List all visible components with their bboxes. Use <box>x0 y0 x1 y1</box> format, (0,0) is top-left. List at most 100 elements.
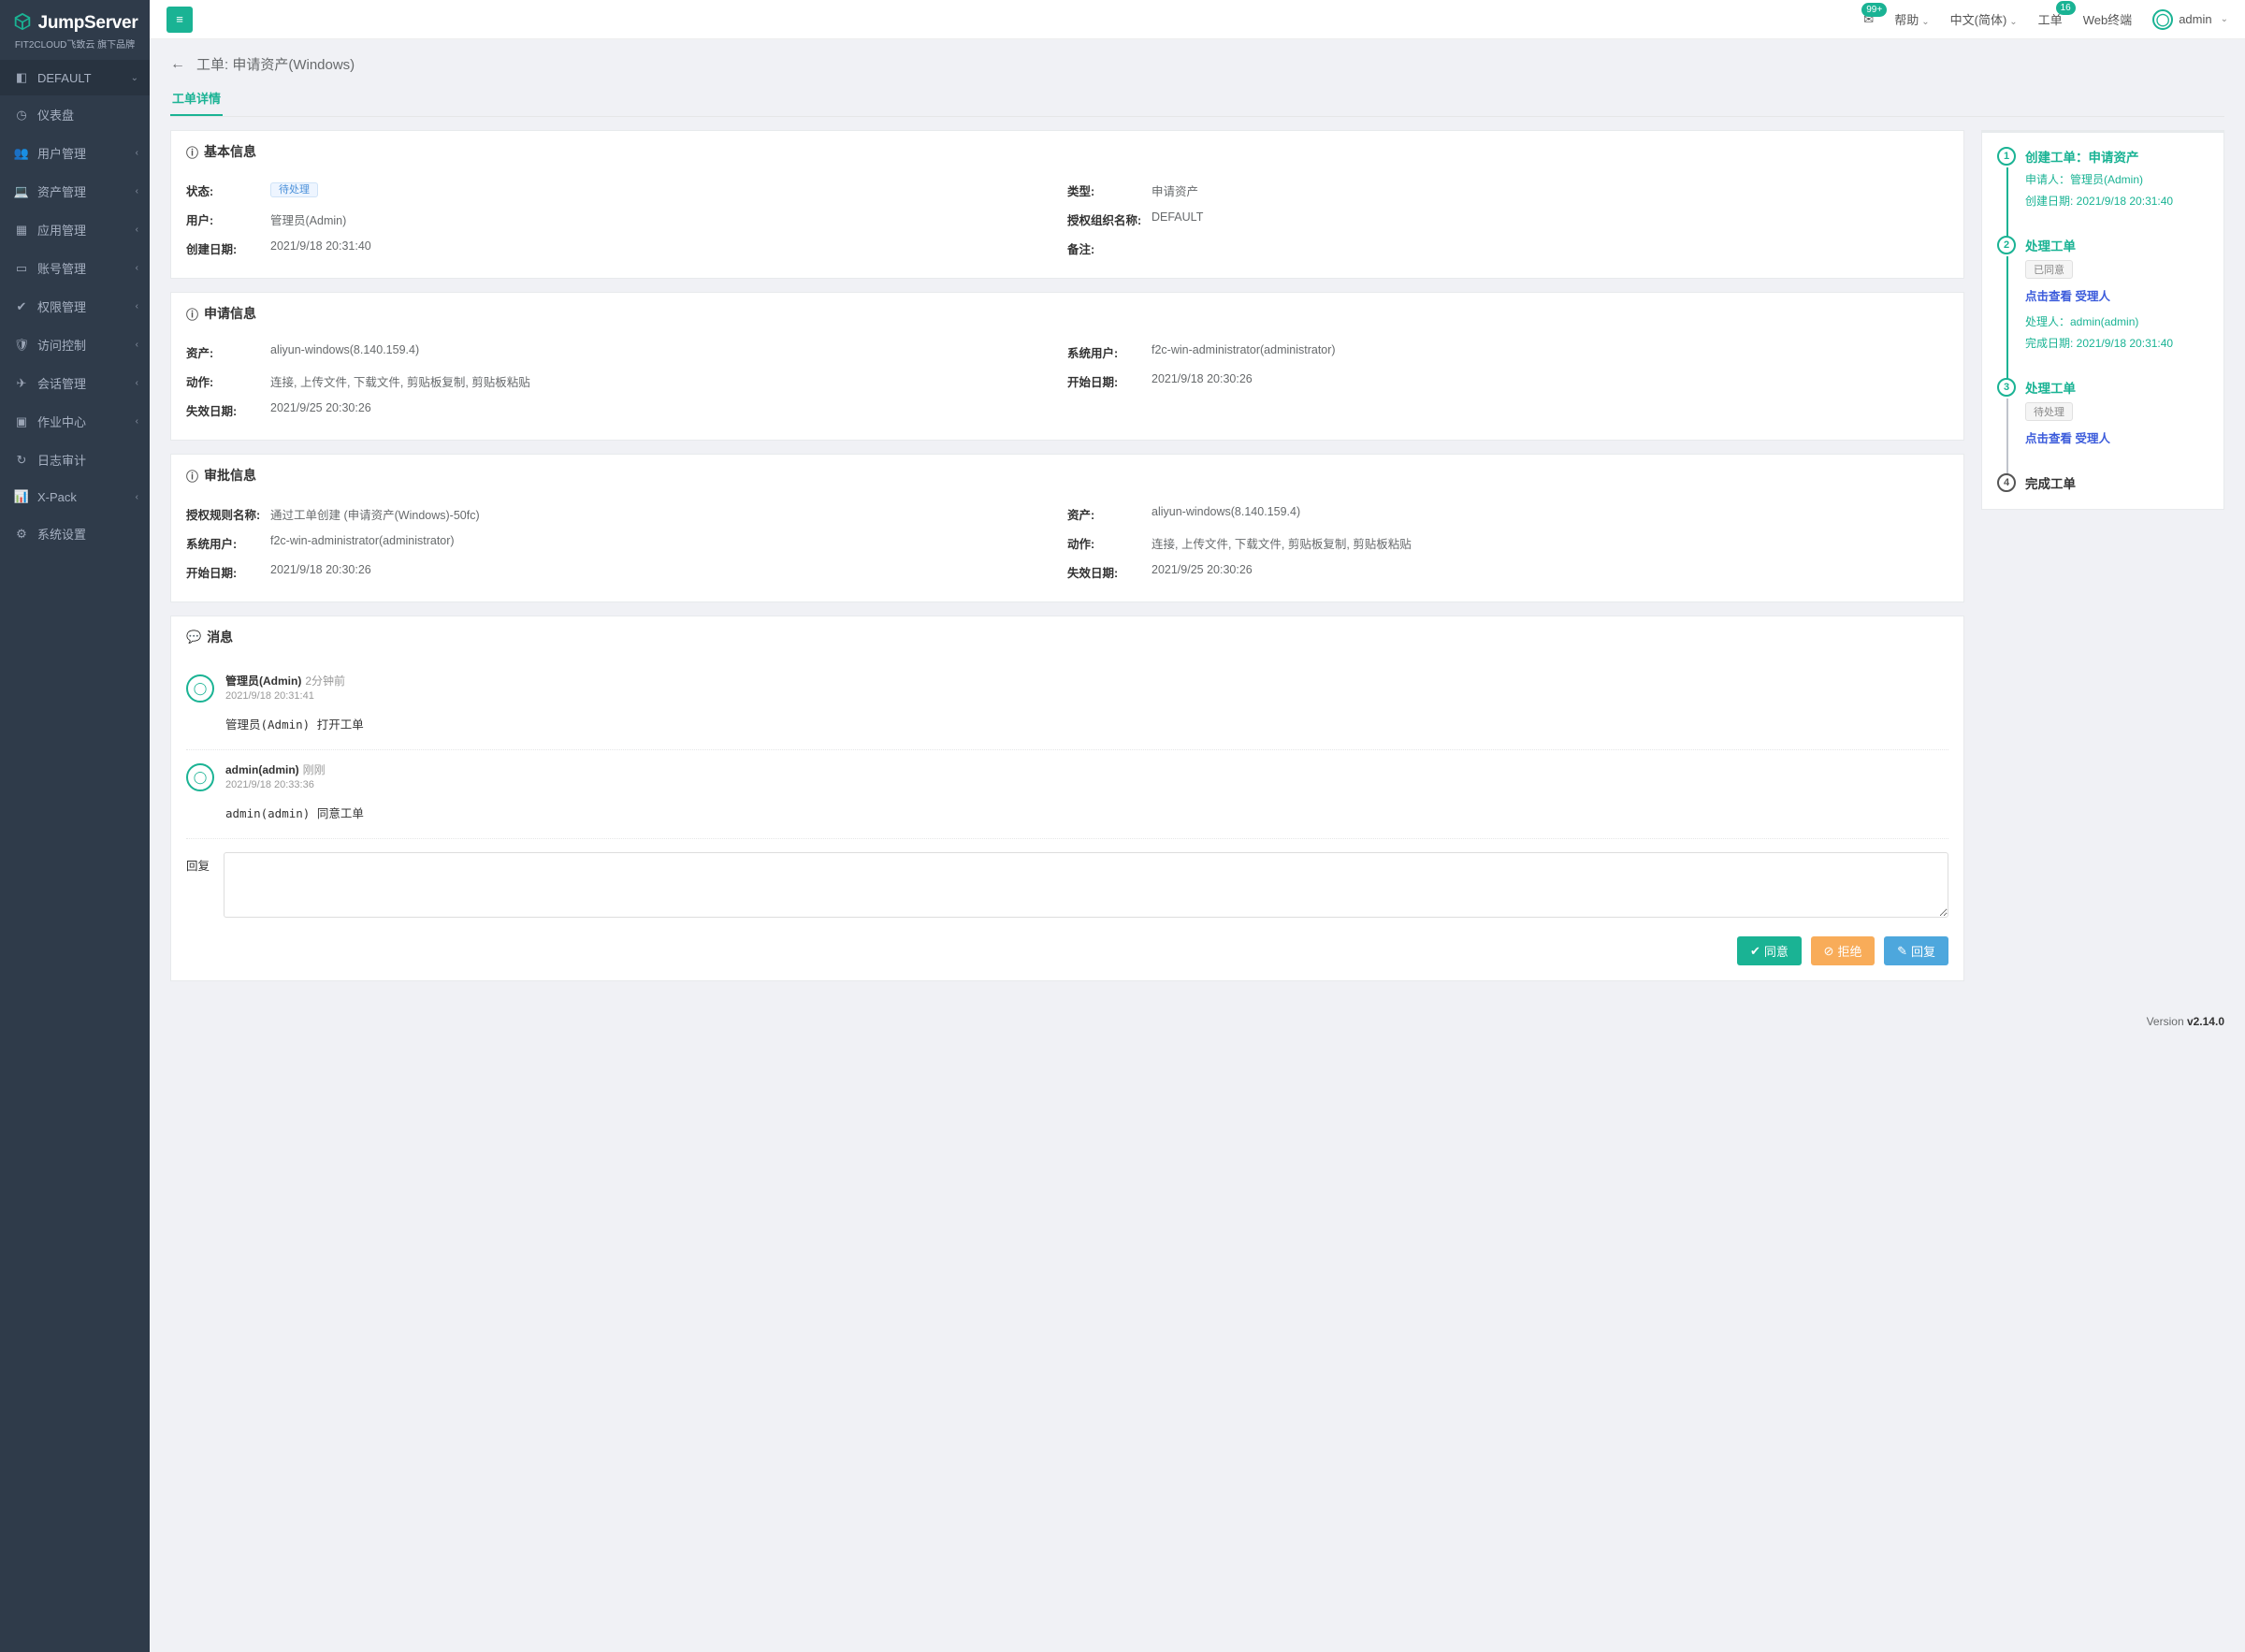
step-line: 完成日期: 2021/9/18 20:31:40 <box>2025 335 2210 351</box>
tickets-badge: 16 <box>2056 1 2076 15</box>
org-selector[interactable]: ◧ DEFAULT ⌄ <box>0 60 150 95</box>
sidebar-item-perms[interactable]: ✔ 权限管理 ‹ <box>0 287 150 326</box>
brand-logo-icon <box>12 11 33 35</box>
step-number: 4 <box>1997 473 2016 492</box>
field-value: 管理员(Admin) <box>270 210 346 228</box>
status-chip: 待处理 <box>270 182 318 197</box>
reply-textarea[interactable] <box>224 852 1948 918</box>
field-value: f2c-win-administrator(administrator) <box>1151 343 1336 361</box>
sidebar-item-sessions[interactable]: ✈ 会话管理 ‹ <box>0 364 150 402</box>
message-timestamp: 2021/9/18 20:33:36 <box>225 779 1948 790</box>
help-menu[interactable]: 帮助⌄ <box>1894 10 1929 28</box>
sidebar-item-acl[interactable]: 🛡 访问控制 ‹ <box>0 326 150 364</box>
card-icon: ▭ <box>13 261 30 276</box>
step-title: 完成工单 <box>2025 473 2210 492</box>
tab-detail[interactable]: 工单详情 <box>170 81 223 116</box>
message-body-code: 管理员(Admin) <box>225 717 310 732</box>
sidebar-item-accounts[interactable]: ▭ 账号管理 ‹ <box>0 249 150 287</box>
sidebar-item-label: 应用管理 <box>37 221 86 239</box>
users-icon: 👥 <box>13 146 30 161</box>
sidebar-item-assets[interactable]: 💻 资产管理 ‹ <box>0 172 150 210</box>
field-label: 资产: <box>1067 505 1151 523</box>
field-value: 通过工单创建 (申请资产(Windows)-50fc) <box>270 505 480 523</box>
menu-icon: ≡ <box>176 12 183 26</box>
reject-button[interactable]: ⊘拒绝 <box>1811 936 1876 965</box>
mail-badge: 99+ <box>1861 3 1887 17</box>
sidebar: JumpServer FIT2CLOUD飞致云 旗下品牌 ◧ DEFAULT ⌄… <box>0 0 150 1652</box>
button-label: 回复 <box>1911 942 1935 960</box>
timeline-step-4: 4 完成工单 <box>1997 473 2210 496</box>
user-menu[interactable]: ◯ admin⌄ <box>2152 9 2228 30</box>
webterminal-link[interactable]: Web终端 <box>2083 10 2133 28</box>
laptop-icon: 💻 <box>13 184 30 199</box>
field-value: 2021/9/25 20:30:26 <box>270 401 371 419</box>
view-handler-link[interactable]: 点击查看 受理人 <box>2025 428 2210 446</box>
sidebar-item-label: 仪表盘 <box>37 106 74 123</box>
chevron-left-icon: ‹ <box>136 416 138 427</box>
tickets-link[interactable]: 工单 16 <box>2038 10 2063 28</box>
user-avatar-icon: ◯ <box>186 674 214 703</box>
chevron-left-icon: ‹ <box>136 225 138 235</box>
sidebar-item-xpack[interactable]: 📊 X-Pack ‹ <box>0 479 150 514</box>
approve-button[interactable]: ✔同意 <box>1737 936 1802 965</box>
mail-button[interactable]: ✉ 99+ <box>1863 12 1874 27</box>
message-author: admin(admin) <box>225 763 299 776</box>
field-label: 开始日期: <box>186 563 270 581</box>
message-relative-time: 刚刚 <box>303 763 326 776</box>
history-icon: ↻ <box>13 453 30 468</box>
field-value: DEFAULT <box>1151 210 1203 228</box>
message-author: 管理员(Admin) <box>225 674 301 688</box>
brand-subtitle: FIT2CLOUD飞致云 旗下品牌 <box>9 36 140 51</box>
reply-button[interactable]: ✎ 回复 <box>1884 936 1948 965</box>
sidebar-item-audit[interactable]: ↻ 日志审计 <box>0 441 150 479</box>
field-label: 创建日期: <box>186 239 270 257</box>
step-line: 处理人：admin(admin) <box>2025 313 2210 329</box>
field-value: aliyun-windows(8.140.159.4) <box>270 343 419 361</box>
language-menu[interactable]: 中文(简体)⌄ <box>1950 10 2018 28</box>
chevron-left-icon: ‹ <box>136 263 138 273</box>
tickets-label: 工单 <box>2038 13 2063 27</box>
sidebar-item-label: 权限管理 <box>37 297 86 315</box>
language-label: 中文(简体) <box>1950 13 2007 27</box>
field-label: 开始日期: <box>1067 372 1151 390</box>
sidebar-item-label: 资产管理 <box>37 182 86 200</box>
message-timestamp: 2021/9/18 20:31:41 <box>225 690 1948 702</box>
rocket-icon: ✈ <box>13 376 30 391</box>
check-icon: ✔ <box>1750 944 1760 959</box>
step-number: 1 <box>1997 147 2016 166</box>
version-prefix: Version <box>2147 1015 2187 1028</box>
chevron-down-icon: ⌄ <box>131 73 138 83</box>
terminal-icon: ▣ <box>13 414 30 429</box>
grid-icon: ▦ <box>13 223 30 238</box>
back-button[interactable]: ← <box>170 56 185 73</box>
pencil-icon: ✎ <box>1897 944 1907 959</box>
field-label: 系统用户: <box>1067 343 1151 361</box>
field-label: 动作: <box>186 372 270 390</box>
footer: Version v2.14.0 <box>150 1009 2245 1037</box>
sidebar-item-apps[interactable]: ▦ 应用管理 ‹ <box>0 210 150 249</box>
step-number: 2 <box>1997 236 2016 254</box>
sidebar-toggle-button[interactable]: ≡ <box>167 7 193 33</box>
step-number: 3 <box>1997 378 2016 397</box>
sidebar-item-dashboard[interactable]: ◷ 仪表盘 <box>0 95 150 134</box>
sidebar-item-label: 日志审计 <box>37 451 86 469</box>
status-chip: 待处理 <box>2025 402 2073 421</box>
field-label: 用户: <box>186 210 270 228</box>
sidebar-item-ops[interactable]: ▣ 作业中心 ‹ <box>0 402 150 441</box>
sidebar-item-users[interactable]: 👥 用户管理 ‹ <box>0 134 150 172</box>
chevron-down-icon: ⌄ <box>2221 14 2228 24</box>
chevron-left-icon: ‹ <box>136 186 138 196</box>
field-label: 备注: <box>1067 239 1151 257</box>
user-avatar-icon: ◯ <box>186 763 214 791</box>
view-handler-link[interactable]: 点击查看 受理人 <box>2025 286 2210 304</box>
settings-icon: ⚙ <box>13 527 30 542</box>
field-label: 失效日期: <box>186 401 270 419</box>
message-body-code: admin(admin) <box>225 806 310 820</box>
info-icon: ⓘ <box>186 305 198 323</box>
field-label: 系统用户: <box>186 534 270 552</box>
sidebar-item-label: X-Pack <box>37 490 77 504</box>
sidebar-item-label: 访问控制 <box>37 336 86 354</box>
field-value: 连接, 上传文件, 下载文件, 剪贴板复制, 剪贴板粘贴 <box>270 372 530 390</box>
dashboard-icon: ◷ <box>13 108 30 123</box>
sidebar-item-settings[interactable]: ⚙ 系统设置 <box>0 514 150 553</box>
